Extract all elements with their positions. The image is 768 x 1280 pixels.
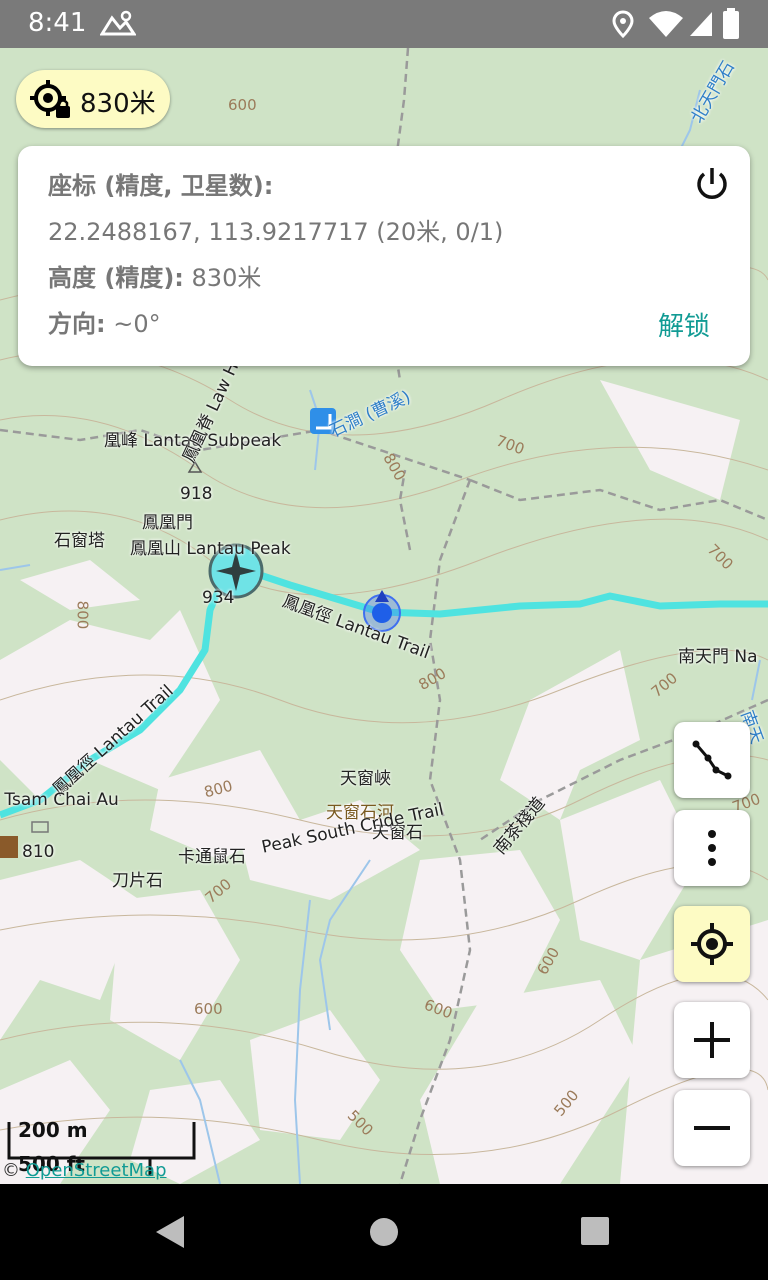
altitude-chip-value: 830米 <box>80 89 156 119</box>
direction-label: 方向: <box>48 310 106 338</box>
map-label: 934 <box>202 588 235 608</box>
wifi-icon <box>649 11 683 37</box>
map-label: 鳳凰山 Lantau Peak <box>130 539 291 559</box>
zoom-out-button[interactable] <box>674 1090 750 1166</box>
coord-label-row: 座标 (精度, 卫星数): <box>48 166 273 201</box>
map-label: 天窗峽 <box>340 769 391 789</box>
contour-label: 600 <box>194 1000 223 1018</box>
navigation-bar <box>0 1184 768 1280</box>
contour-label: 800 <box>73 600 92 630</box>
zoom-in-icon <box>694 1022 730 1058</box>
map-label: 石窗塔 <box>54 531 105 551</box>
contour-label: 600 <box>228 96 257 114</box>
direction-row: 方向: ~0° <box>48 304 161 339</box>
status-bar: 8:41 <box>0 0 768 48</box>
recents-icon[interactable] <box>580 1216 610 1246</box>
map-label: 鳳凰門 <box>142 513 193 533</box>
map-label: 卡通鼠石 <box>178 847 246 867</box>
cell-signal-icon <box>690 12 712 36</box>
direction-value: ~0° <box>113 310 161 338</box>
coord-value: 22.2488167, 113.9217717 (20米, 0/1) <box>48 218 504 246</box>
altitude-value: 830米 <box>191 264 262 292</box>
zoom-out-icon <box>694 1126 730 1130</box>
more-icon <box>708 830 716 866</box>
scale-metric: 200 m <box>18 1118 88 1142</box>
map-label: 南天門 Na <box>678 647 758 667</box>
my-location-icon <box>691 923 733 965</box>
map-label: 918 <box>180 484 213 504</box>
unlock-button[interactable]: 解锁 <box>658 306 710 343</box>
map-label: 刀片石 <box>112 871 163 891</box>
coord-label: 座标 (精度, 卫星数): <box>48 172 274 200</box>
battery-icon <box>723 8 739 39</box>
map-label: I Tsam Chai Au <box>0 790 119 810</box>
track-icon <box>692 740 732 780</box>
track-button[interactable] <box>674 722 750 798</box>
my-location-button[interactable] <box>674 906 750 982</box>
altitude-row: 高度 (精度): 830米 <box>48 258 261 293</box>
location-info-card: 座标 (精度, 卫星数): 22.2488167, 113.9217717 (2… <box>18 146 750 366</box>
copyright-symbol: © <box>2 1160 20 1181</box>
more-button[interactable] <box>674 810 750 886</box>
zoom-in-button[interactable] <box>674 1002 750 1078</box>
location-status-icon <box>612 10 634 38</box>
status-time: 8:41 <box>28 8 87 38</box>
map-notification-icon <box>100 10 136 36</box>
back-icon[interactable] <box>154 1214 186 1250</box>
altitude-lock-chip[interactable]: 830米 <box>16 70 170 128</box>
poi-marker <box>0 836 18 858</box>
map-label: 810 <box>22 842 55 862</box>
attribution: © OpenStreetMap <box>2 1160 167 1181</box>
altitude-label: 高度 (精度): <box>48 264 184 292</box>
gps-lock-icon <box>30 80 70 118</box>
power-icon[interactable] <box>692 164 732 204</box>
home-icon[interactable] <box>368 1216 400 1248</box>
osm-link[interactable]: OpenStreetMap <box>26 1160 167 1181</box>
